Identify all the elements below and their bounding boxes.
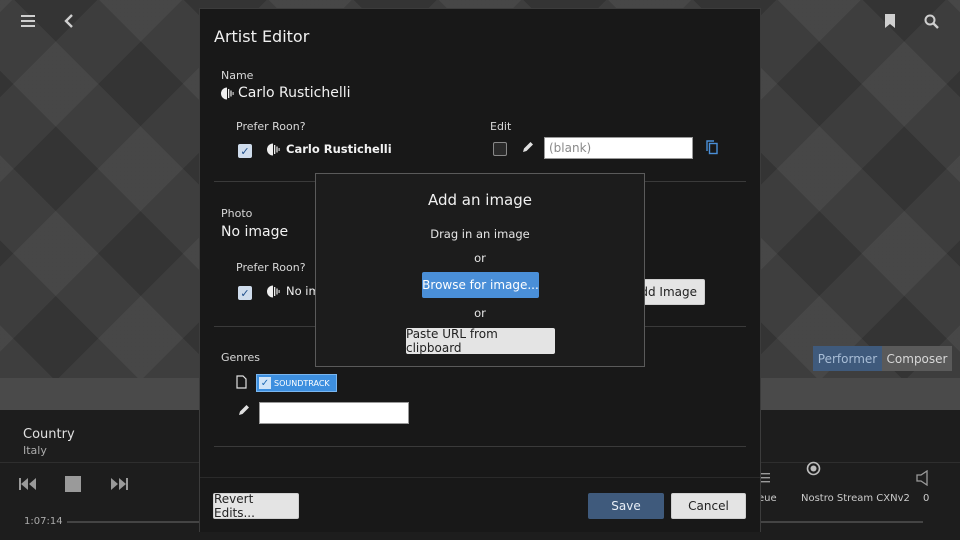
stop-icon[interactable] (65, 476, 81, 492)
genre-tag[interactable]: ✓ SOUNDTRACK (256, 374, 337, 392)
queue-icon[interactable] (760, 471, 772, 485)
name-prefer-roon-label: Prefer Roon? (236, 120, 306, 133)
genres-label: Genres (221, 351, 261, 364)
composer-tab[interactable]: Composer (882, 346, 952, 371)
name-edit-input[interactable]: (blank) (544, 137, 693, 159)
save-button[interactable]: Save (588, 493, 664, 519)
name-roon-value: Carlo Rustichelli (267, 142, 392, 156)
zone-icon[interactable] (806, 461, 821, 476)
paste-url-button[interactable]: Paste URL from clipboard (406, 327, 555, 355)
file-icon (236, 375, 247, 389)
artist-name: Carlo Rustichelli (221, 85, 351, 101)
edit-label: Edit (490, 120, 512, 133)
performer-tab[interactable]: Performer (813, 346, 882, 371)
next-icon[interactable] (110, 476, 128, 492)
modal-title: Add an image (428, 191, 532, 209)
zone-name[interactable]: Nostro Stream CXNv2 (801, 493, 910, 504)
browse-image-button[interactable]: Browse for image... (422, 272, 539, 298)
elapsed-time: 1:07:14 (24, 516, 63, 527)
drag-text: Drag in an image (430, 227, 530, 241)
roon-logo-icon (267, 285, 280, 298)
volume-value[interactable]: 0 (923, 493, 929, 504)
bookmark-icon[interactable] (879, 10, 901, 32)
dialog-title: Artist Editor (214, 27, 310, 46)
genre-tag-label: SOUNDTRACK (274, 378, 330, 388)
now-playing-country: Italy (23, 444, 47, 457)
check-icon: ✓ (259, 377, 271, 389)
volume-icon[interactable] (915, 470, 931, 486)
revert-edits-button[interactable]: Revert Edits... (213, 492, 299, 520)
roon-logo-icon (221, 87, 234, 100)
search-icon[interactable] (920, 10, 942, 32)
name-label: Name (221, 69, 254, 82)
dialog-footer: Revert Edits... Save Cancel (200, 477, 760, 532)
previous-icon[interactable] (19, 476, 37, 492)
or-text: or (474, 306, 486, 320)
add-image-modal: Add an image Drag in an image or Browse … (315, 173, 645, 367)
name-prefer-roon-checkbox[interactable]: ✓ (238, 144, 252, 158)
copy-icon[interactable] (706, 140, 718, 155)
back-icon[interactable] (58, 10, 80, 32)
name-roon-value-text: Carlo Rustichelli (286, 142, 392, 156)
pencil-icon (237, 403, 251, 417)
photo-value: No image (221, 224, 289, 240)
or-text: or (474, 251, 486, 265)
divider (214, 446, 746, 447)
roon-logo-icon (267, 143, 280, 156)
cancel-button[interactable]: Cancel (671, 493, 746, 519)
photo-prefer-roon-checkbox[interactable]: ✓ (238, 286, 252, 300)
photo-prefer-roon-label: Prefer Roon? (236, 261, 306, 274)
genre-input[interactable] (259, 402, 409, 424)
name-edit-checkbox[interactable] (493, 142, 507, 156)
pencil-icon (521, 140, 535, 154)
add-image-button[interactable]: dd Image (636, 279, 705, 305)
photo-roon-value: No im (267, 284, 320, 298)
artist-name-text: Carlo Rustichelli (238, 85, 351, 101)
photo-label: Photo (221, 207, 253, 220)
menu-icon[interactable] (17, 10, 39, 32)
now-playing-genre[interactable]: Country (23, 427, 75, 442)
